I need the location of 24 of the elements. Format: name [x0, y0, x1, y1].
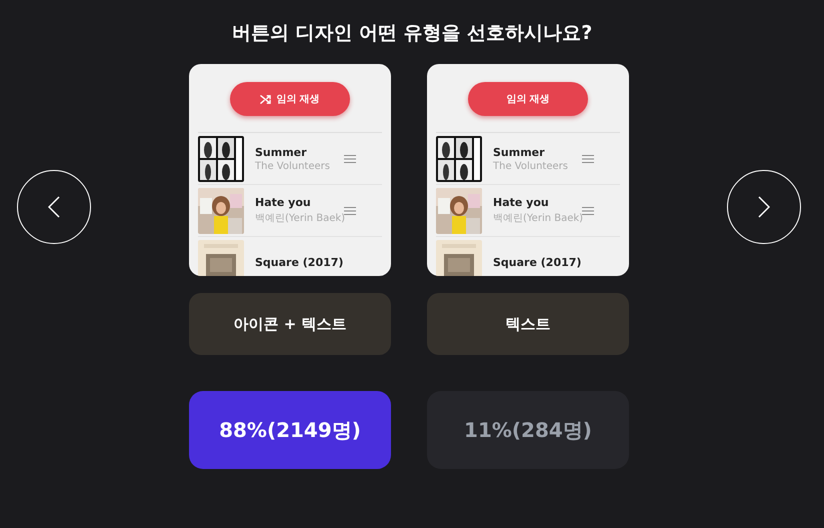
track-artist: 백예린(Yerin Baek)	[493, 212, 582, 225]
drag-handle-icon	[344, 154, 356, 162]
track-artist: The Volunteers	[255, 160, 331, 172]
chevron-right-icon	[758, 196, 770, 218]
drag-handle-icon	[344, 206, 356, 214]
option-button[interactable]: 텍스트	[427, 293, 629, 355]
track-title: Square (2017)	[493, 256, 582, 269]
track-title: Hate you	[255, 196, 312, 209]
option-button[interactable]: 아이콘 + 텍스트	[189, 293, 391, 355]
drag-handle-icon	[582, 206, 594, 214]
previous-button[interactable]	[17, 170, 91, 244]
next-button[interactable]	[727, 170, 801, 244]
track-title: Hate you	[493, 196, 550, 209]
chevron-left-icon	[48, 196, 60, 218]
track-title: Square (2017)	[255, 256, 344, 269]
track-title: Summer	[493, 146, 546, 158]
vote-result: 88%(2149명)	[189, 391, 391, 469]
track-artist: The Volunteers	[493, 160, 569, 172]
poll-question: 버튼의 디자인 어떤 유형을 선호하시나요?	[230, 21, 594, 46]
drag-handle-icon	[582, 154, 594, 162]
shuffle-icon	[260, 94, 272, 104]
track-title: Summer	[255, 146, 308, 158]
track-artist: 백예린(Yerin Baek)	[255, 212, 344, 225]
vote-result: 11%(284명)	[427, 391, 629, 469]
